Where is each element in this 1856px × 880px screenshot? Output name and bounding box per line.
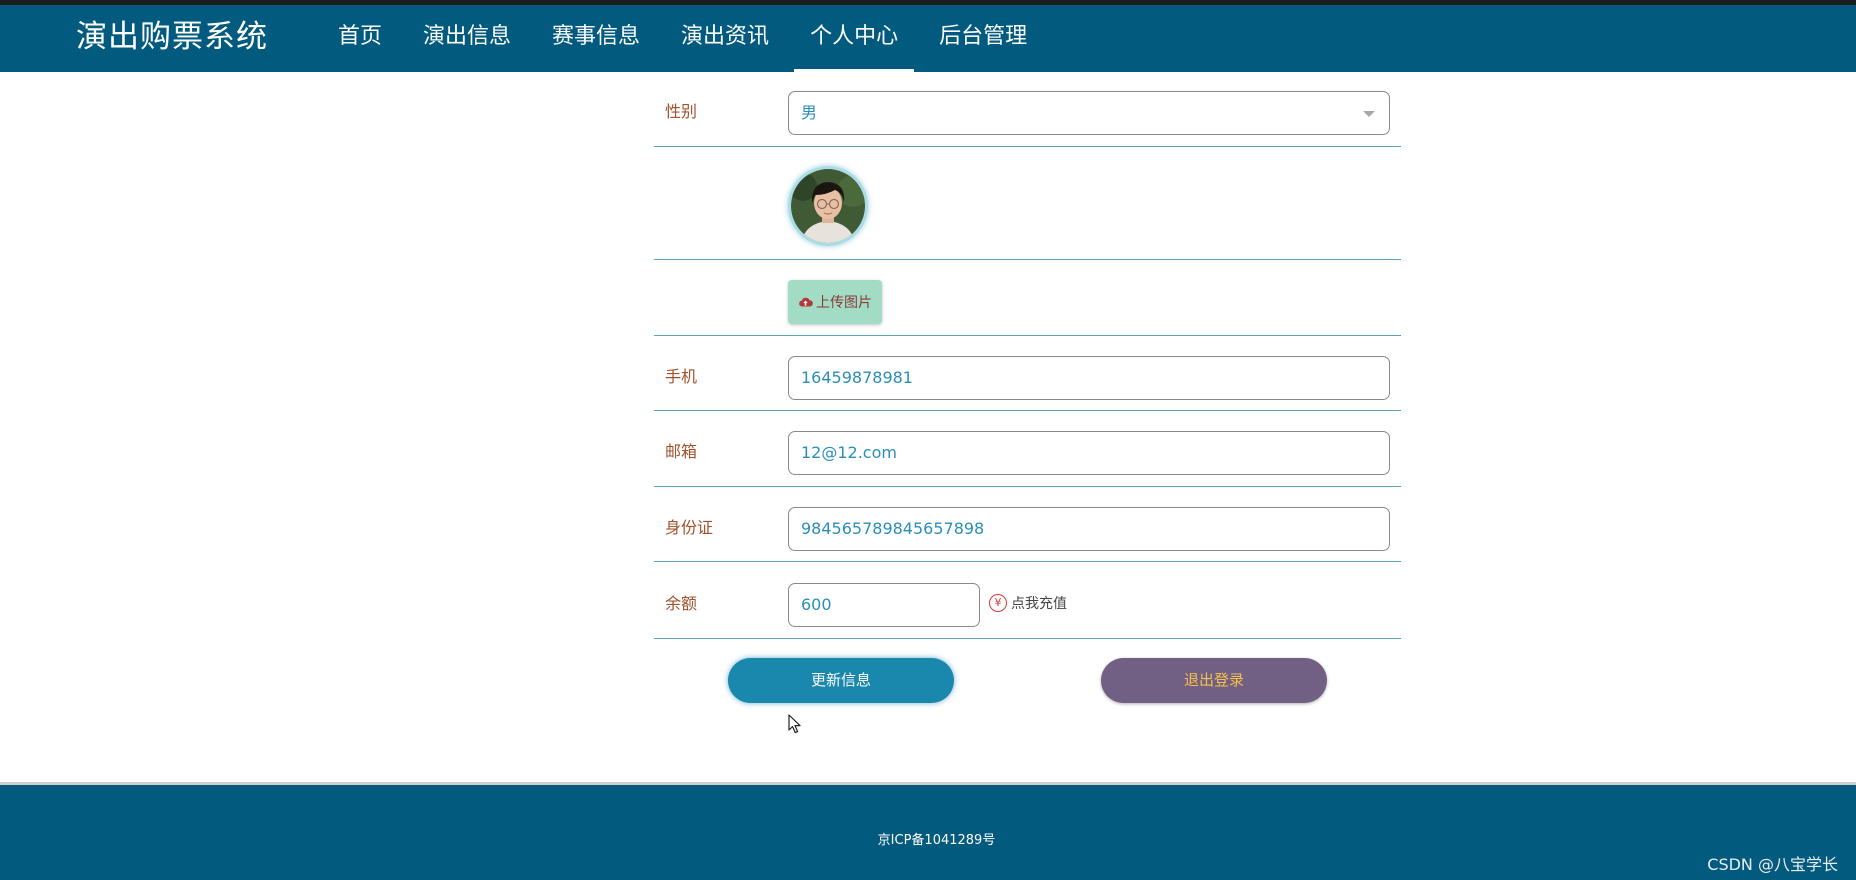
nav-item-home[interactable]: 首页 — [322, 5, 398, 72]
phone-label: 手机 — [665, 367, 698, 386]
site-title: 演出购票系统 — [76, 19, 268, 55]
profile-form: 性别 男 手机 16459878981 邮箱 12@12.com 身份证 984… — [654, 72, 1401, 703]
phone-input[interactable]: 16459878981 — [788, 356, 1390, 400]
nav-item-admin[interactable]: 后台管理 — [923, 5, 1043, 72]
gender-select[interactable]: 男 — [788, 91, 1390, 135]
recharge-link[interactable]: ¥ 点我充值 — [989, 593, 1067, 613]
csdn-watermark: CSDN @八宝学长 — [1707, 855, 1838, 874]
id-card-label: 身份证 — [665, 518, 714, 537]
user-avatar-photo — [791, 169, 865, 243]
id-card-input[interactable]: 984565789845657898 — [788, 507, 1390, 551]
update-info-button[interactable]: 更新信息 — [728, 658, 954, 703]
upload-image-button[interactable]: 上传图片 — [788, 280, 882, 324]
cloud-upload-icon — [799, 297, 813, 307]
nav-item-shows[interactable]: 演出信息 — [407, 5, 527, 72]
chevron-down-icon — [1363, 111, 1375, 117]
icp-record: 京ICP备1041289号 — [877, 833, 996, 848]
email-row: 邮箱 12@12.com — [654, 411, 1401, 487]
phone-row: 手机 16459878981 — [654, 336, 1401, 411]
mouse-cursor-icon — [788, 714, 801, 734]
header-bar: 演出购票系统 首页 演出信息 赛事信息 演出资讯 个人中心 后台管理 — [0, 5, 1856, 72]
id-card-row: 身份证 984565789845657898 — [654, 487, 1401, 562]
logout-button[interactable]: 退出登录 — [1101, 658, 1327, 703]
footer-bar: 京ICP备1041289号 CSDN @八宝学长 — [0, 782, 1856, 880]
avatar-row — [654, 147, 1401, 260]
email-input[interactable]: 12@12.com — [788, 431, 1390, 475]
balance-input[interactable]: 600 — [788, 583, 980, 627]
upload-image-label: 上传图片 — [816, 295, 872, 311]
gender-value: 男 — [801, 103, 818, 122]
email-label: 邮箱 — [665, 442, 698, 461]
user-avatar — [788, 166, 868, 246]
gender-row: 性别 男 — [654, 72, 1401, 147]
nav-item-news[interactable]: 演出资讯 — [665, 5, 785, 72]
balance-label: 余额 — [665, 594, 698, 613]
nav-item-profile[interactable]: 个人中心 — [794, 5, 915, 72]
nav-item-events[interactable]: 赛事信息 — [536, 5, 656, 72]
gender-label: 性别 — [665, 102, 698, 121]
yen-circle-icon: ¥ — [989, 594, 1007, 612]
upload-row — [654, 260, 1401, 336]
recharge-label: 点我充值 — [1011, 596, 1067, 612]
main-nav: 首页 演出信息 赛事信息 演出资讯 个人中心 后台管理 — [322, 5, 1052, 72]
